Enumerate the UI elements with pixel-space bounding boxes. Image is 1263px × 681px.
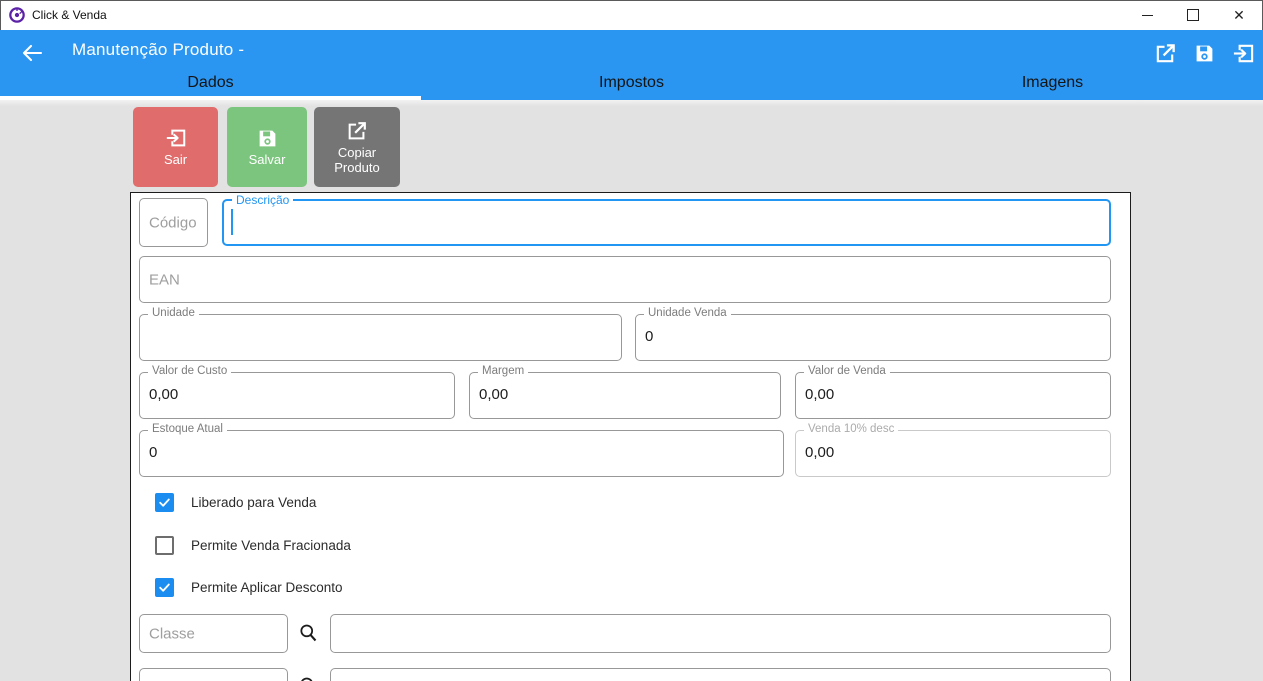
minimize-button[interactable] bbox=[1124, 0, 1170, 30]
tab-imagens[interactable]: Imagens bbox=[842, 74, 1263, 96]
back-button[interactable] bbox=[18, 39, 46, 67]
checkbox-permite-aplicar-desconto[interactable]: Permite Aplicar Desconto bbox=[155, 578, 343, 597]
descricao-label: Descrição bbox=[232, 193, 293, 207]
close-button[interactable]: ✕ bbox=[1216, 0, 1262, 30]
marca-descricao-field[interactable] bbox=[330, 668, 1111, 681]
margem-label: Margem bbox=[478, 365, 528, 377]
valor-venda-field[interactable]: Valor de Venda 0,00 bbox=[795, 372, 1111, 419]
venda-10-desc-field: Venda 10% desc 0,00 bbox=[795, 430, 1111, 477]
text-caret bbox=[231, 209, 233, 235]
codigo-placeholder: Código bbox=[149, 214, 197, 231]
checkbox-icon bbox=[155, 536, 174, 555]
checkbox-permite-venda-fracionada[interactable]: Permite Venda Fracionada bbox=[155, 536, 351, 555]
checkbox-icon bbox=[155, 493, 174, 512]
exit-shortcut-button[interactable] bbox=[1231, 41, 1255, 65]
unidade-venda-field[interactable]: Unidade Venda 0 bbox=[635, 314, 1111, 361]
maximize-icon bbox=[1187, 9, 1199, 21]
save-shortcut-button[interactable] bbox=[1192, 41, 1216, 65]
checkbox-label: Permite Aplicar Desconto bbox=[191, 580, 343, 595]
venda-10-desc-label: Venda 10% desc bbox=[804, 423, 898, 435]
margem-field[interactable]: Margem 0,00 bbox=[469, 372, 781, 419]
estoque-atual-label: Estoque Atual bbox=[148, 423, 227, 435]
window-title: Click & Venda bbox=[32, 0, 107, 30]
save-button[interactable]: Salvar bbox=[227, 107, 307, 187]
window-titlebar: Click & Venda ✕ bbox=[0, 0, 1263, 30]
app-window: Click & Venda ✕ Manutenção Produto - bbox=[0, 0, 1263, 681]
page-title: Manutenção Produto - bbox=[72, 40, 244, 60]
floppy-disk-icon bbox=[1194, 43, 1215, 64]
unidade-venda-value: 0 bbox=[645, 328, 653, 345]
tab-impostos[interactable]: Impostos bbox=[421, 74, 842, 96]
margem-value: 0,00 bbox=[479, 386, 508, 403]
exit-button[interactable]: Sair bbox=[133, 107, 218, 187]
unidade-field[interactable]: Unidade bbox=[139, 314, 622, 361]
classe-field[interactable]: Classe bbox=[139, 614, 288, 653]
classe-descricao-field[interactable] bbox=[330, 614, 1111, 653]
checkbox-icon bbox=[155, 578, 174, 597]
brand-spiral-icon bbox=[9, 7, 25, 23]
floppy-disk-icon bbox=[257, 128, 278, 149]
content-area: Sair Salvar Copiar Produto Código bbox=[0, 100, 1263, 681]
copy-product-button[interactable]: Copiar Produto bbox=[314, 107, 400, 187]
exit-button-label: Sair bbox=[164, 152, 187, 167]
valor-custo-field[interactable]: Valor de Custo 0,00 bbox=[139, 372, 455, 419]
save-button-label: Salvar bbox=[249, 152, 286, 167]
close-icon: ✕ bbox=[1233, 8, 1245, 22]
sign-out-icon bbox=[165, 127, 187, 149]
venda-10-desc-value: 0,00 bbox=[805, 444, 834, 461]
ean-field[interactable]: EAN bbox=[139, 256, 1111, 303]
copy-product-shortcut-button[interactable] bbox=[1153, 41, 1177, 65]
appbar: Manutenção Produto - Dados I bbox=[0, 30, 1263, 100]
maximize-button[interactable] bbox=[1170, 0, 1216, 30]
valor-venda-label: Valor de Venda bbox=[804, 365, 890, 377]
marca-field[interactable]: Marca bbox=[139, 668, 288, 681]
open-external-icon bbox=[1154, 42, 1177, 65]
ean-placeholder: EAN bbox=[149, 271, 180, 288]
checkbox-label: Permite Venda Fracionada bbox=[191, 538, 351, 553]
tab-dados[interactable]: Dados bbox=[0, 74, 421, 96]
estoque-atual-field[interactable]: Estoque Atual 0 bbox=[139, 430, 784, 477]
classe-placeholder: Classe bbox=[149, 625, 195, 642]
descricao-field[interactable]: Descrição bbox=[222, 199, 1111, 246]
marca-search-icon[interactable] bbox=[298, 676, 319, 681]
classe-search-icon[interactable] bbox=[298, 623, 319, 644]
valor-custo-value: 0,00 bbox=[149, 386, 178, 403]
valor-custo-label: Valor de Custo bbox=[148, 365, 231, 377]
unidade-venda-label: Unidade Venda bbox=[644, 307, 731, 319]
codigo-field[interactable]: Código bbox=[139, 198, 208, 247]
minimize-icon bbox=[1142, 15, 1153, 16]
copy-product-button-label: Copiar Produto bbox=[327, 145, 387, 175]
sign-out-icon bbox=[1232, 42, 1255, 65]
checkbox-liberado-para-venda[interactable]: Liberado para Venda bbox=[155, 493, 316, 512]
estoque-atual-value: 0 bbox=[149, 444, 157, 461]
back-arrow-icon bbox=[20, 41, 44, 65]
checkbox-label: Liberado para Venda bbox=[191, 495, 316, 510]
unidade-label: Unidade bbox=[148, 307, 199, 319]
open-external-icon bbox=[346, 120, 368, 142]
valor-venda-value: 0,00 bbox=[805, 386, 834, 403]
